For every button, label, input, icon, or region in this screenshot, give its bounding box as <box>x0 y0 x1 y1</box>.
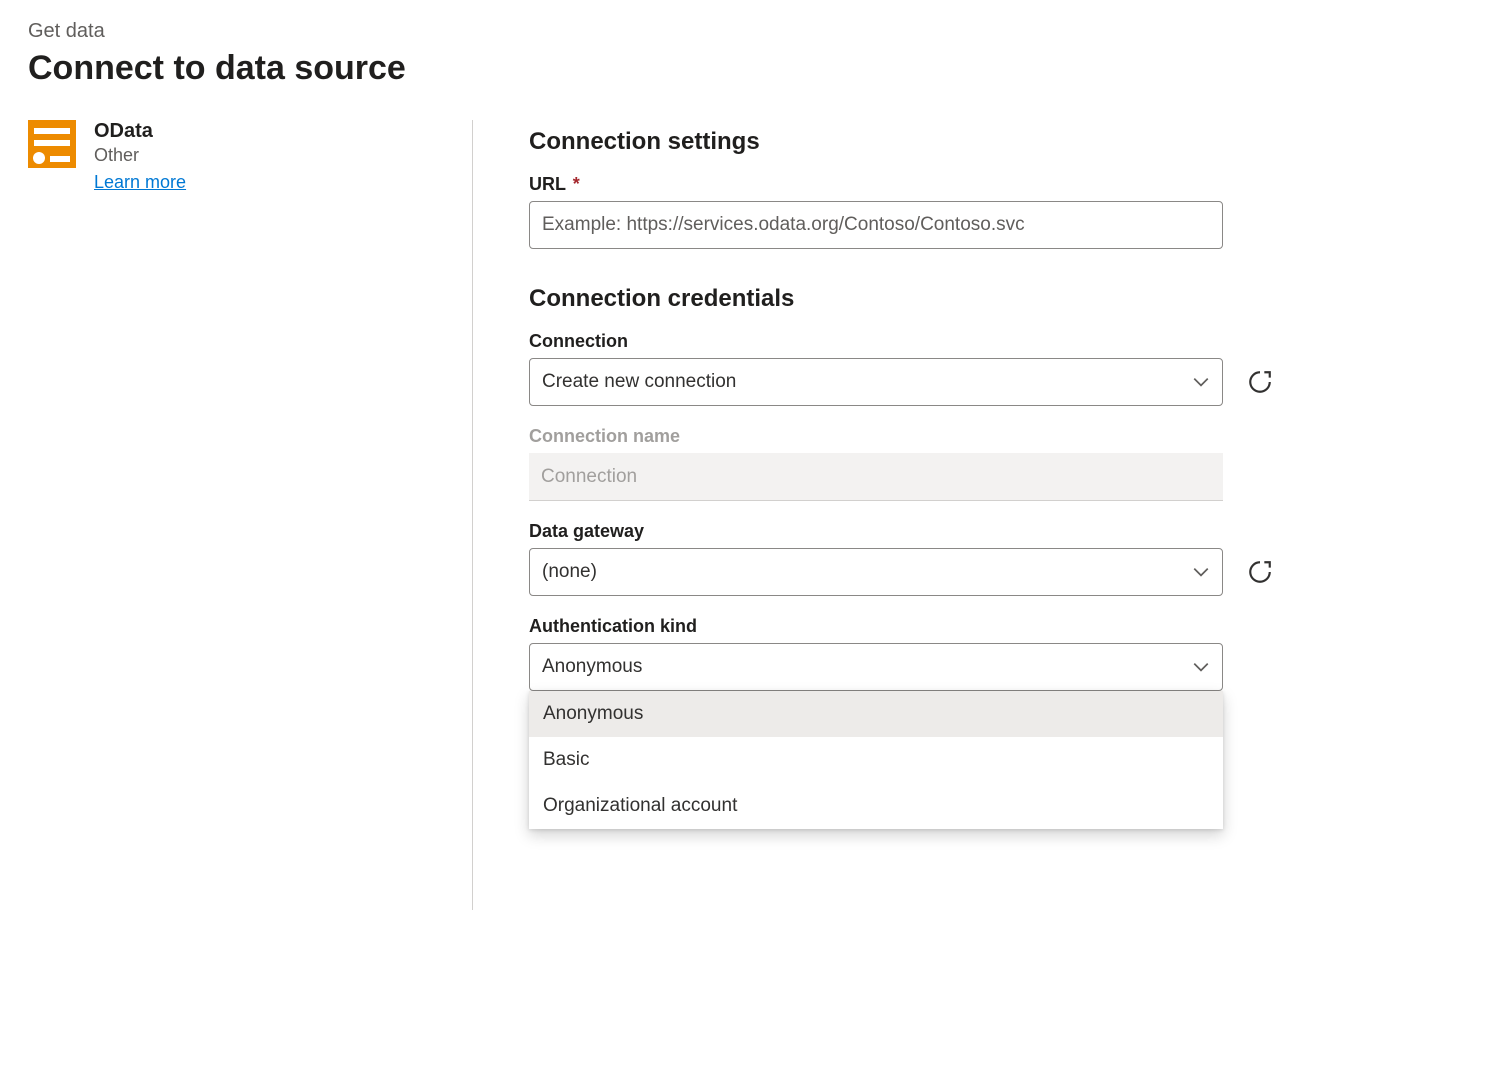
learn-more-link[interactable]: Learn more <box>94 172 186 193</box>
refresh-gateway-icon[interactable] <box>1247 559 1273 585</box>
auth-kind-select-value: Anonymous <box>542 656 642 678</box>
auth-option-basic[interactable]: Basic <box>529 737 1223 783</box>
connection-credentials-heading: Connection credentials <box>529 285 1453 313</box>
connection-name-label: Connection name <box>529 426 1453 447</box>
connector-category: Other <box>94 145 186 166</box>
chevron-down-icon <box>1192 563 1210 581</box>
chevron-down-icon <box>1192 658 1210 676</box>
connection-select[interactable]: Create new connection <box>529 358 1223 406</box>
auth-option-organizational[interactable]: Organizational account <box>529 783 1223 829</box>
auth-kind-select[interactable]: Anonymous <box>529 643 1223 691</box>
data-gateway-select[interactable]: (none) <box>529 548 1223 596</box>
auth-option-anonymous[interactable]: Anonymous <box>529 691 1223 737</box>
page-title: Connect to data source <box>28 49 1474 88</box>
required-indicator: * <box>573 174 580 194</box>
odata-connector-icon <box>28 120 76 168</box>
breadcrumb: Get data <box>28 20 1474 43</box>
connection-name-input <box>529 453 1223 501</box>
chevron-down-icon <box>1192 373 1210 391</box>
url-input[interactable] <box>529 201 1223 249</box>
data-gateway-label: Data gateway <box>529 521 1453 542</box>
auth-kind-label: Authentication kind <box>529 616 1453 637</box>
refresh-connection-icon[interactable] <box>1247 369 1273 395</box>
url-label: URL * <box>529 174 1453 195</box>
connection-settings-heading: Connection settings <box>529 128 1453 156</box>
data-gateway-select-value: (none) <box>542 561 597 583</box>
connection-select-value: Create new connection <box>542 371 736 393</box>
connection-label: Connection <box>529 331 1453 352</box>
connector-name: OData <box>94 120 186 143</box>
auth-kind-dropdown: Anonymous Basic Organizational account <box>529 691 1223 829</box>
